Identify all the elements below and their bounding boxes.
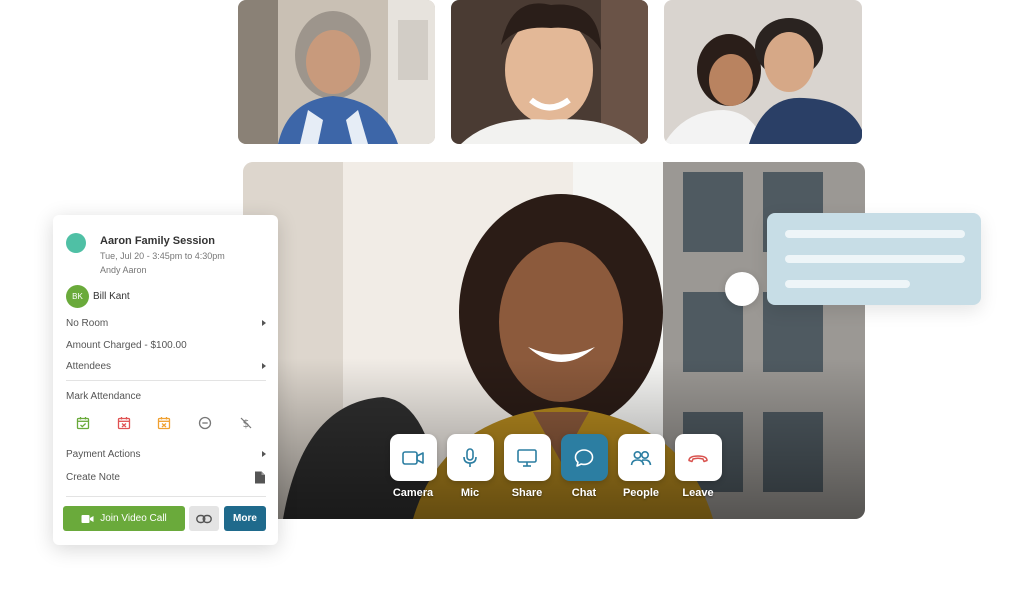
mic-label: Mic (460, 487, 480, 499)
share-control[interactable]: Share (503, 434, 551, 499)
attendees-label: Attendees (66, 361, 112, 372)
participant-thumbnail-3[interactable] (664, 0, 862, 144)
chat-button[interactable] (560, 434, 608, 481)
more-label: More (233, 513, 257, 524)
chat-message-line (785, 230, 965, 238)
join-video-call-label: Join Video Call (100, 513, 167, 524)
room-label: No Room (66, 318, 109, 329)
caret-right-icon (262, 320, 266, 326)
screen-share-icon (517, 448, 537, 467)
camera-control[interactable]: Camera (389, 434, 437, 499)
camera-label: Camera (392, 487, 434, 499)
leave-control[interactable]: Leave (674, 434, 722, 499)
join-video-call-button[interactable]: Join Video Call (63, 506, 185, 531)
session-color-dot (66, 233, 86, 253)
copy-link-button[interactable] (189, 506, 219, 531)
mark-attendance-row: Mark Attendance (66, 391, 266, 402)
client-initials: BK (72, 292, 83, 301)
participant-photo (238, 0, 435, 144)
caret-right-icon (262, 363, 266, 369)
chat-label: Chat (571, 487, 597, 499)
caret-right-icon (262, 451, 266, 457)
microphone-icon (463, 447, 477, 467)
payment-actions-row[interactable]: Payment Actions (66, 449, 266, 460)
leave-label: Leave (682, 487, 714, 499)
chat-message-line (785, 280, 910, 288)
chat-avatar-dot (725, 272, 759, 306)
document-icon (255, 471, 265, 484)
camera-button[interactable] (389, 434, 437, 481)
payment-actions-label: Payment Actions (66, 449, 141, 460)
room-row[interactable]: No Room (66, 318, 266, 329)
more-button[interactable]: More (224, 506, 266, 531)
chat-control[interactable]: Chat (560, 434, 608, 499)
divider (66, 380, 266, 381)
client-name[interactable]: Bill Kant (93, 291, 130, 302)
create-note-label: Create Note (66, 472, 120, 483)
people-icon (630, 450, 652, 465)
session-title: Aaron Family Session (100, 235, 215, 247)
people-button[interactable] (617, 434, 665, 481)
appointment-card: Aaron Family Session Tue, Jul 20 - 3:45p… (53, 215, 278, 545)
link-icon (196, 514, 212, 523)
client-avatar[interactable]: BK (66, 285, 89, 308)
share-button[interactable] (503, 434, 551, 481)
create-note-row[interactable]: Create Note (66, 471, 266, 484)
chat-message-line (785, 255, 965, 263)
participant-photo (664, 0, 862, 144)
calendar-check-icon[interactable] (76, 416, 90, 430)
participant-thumbnail-1[interactable] (238, 0, 435, 144)
people-label: People (622, 487, 660, 499)
mark-attendance-label: Mark Attendance (66, 391, 142, 402)
video-camera-icon (402, 450, 424, 465)
participant-photo (451, 0, 648, 144)
calendar-x-icon[interactable] (117, 416, 131, 430)
session-host: Andy Aaron (100, 265, 147, 275)
people-control[interactable]: People (617, 434, 665, 499)
amount-charged-row: Amount Charged - $100.00 (66, 340, 266, 351)
amount-charged-label: Amount Charged - $100.00 (66, 340, 187, 351)
mic-control[interactable]: Mic (446, 434, 494, 499)
call-controls-bar: Camera Mic Share Chat People Leave (389, 434, 722, 499)
no-dollar-icon[interactable]: $ (239, 416, 253, 430)
participant-thumbnail-2[interactable] (451, 0, 648, 144)
mic-button[interactable] (446, 434, 494, 481)
minus-circle-icon[interactable] (198, 416, 212, 430)
chat-message-card (767, 213, 981, 305)
share-label: Share (511, 487, 543, 499)
session-time: Tue, Jul 20 - 3:45pm to 4:30pm (100, 251, 225, 261)
calendar-cancel-icon[interactable] (157, 416, 171, 430)
leave-button[interactable] (674, 434, 722, 481)
attendees-row[interactable]: Attendees (66, 361, 266, 372)
chat-bubble-icon (574, 448, 594, 467)
divider (66, 496, 266, 497)
video-camera-icon (81, 514, 94, 523)
hang-up-icon (688, 454, 708, 462)
